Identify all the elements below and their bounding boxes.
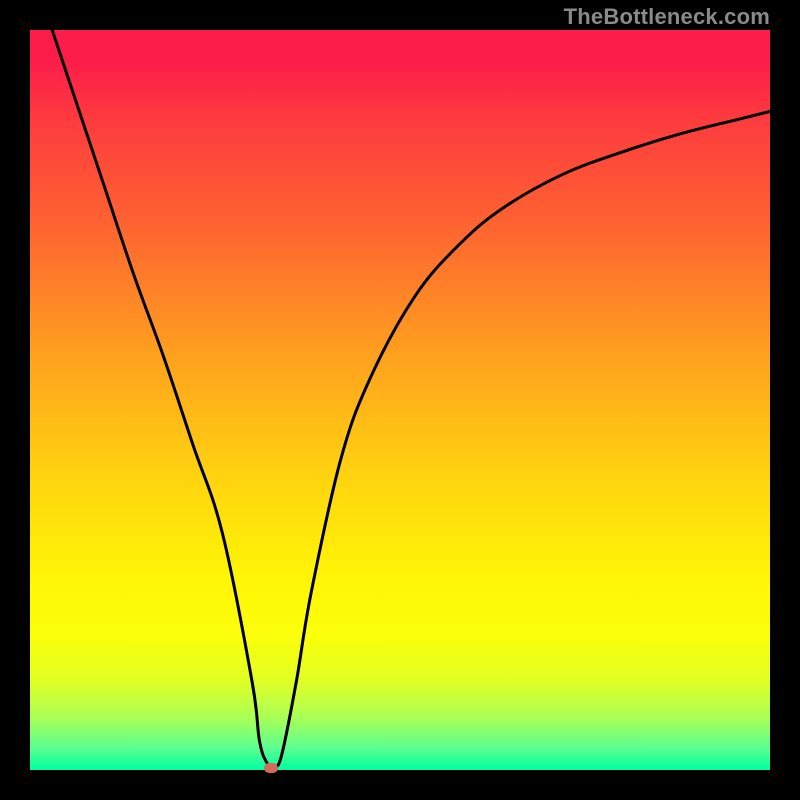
bottleneck-curve-path: [52, 30, 770, 767]
watermark-text: TheBottleneck.com: [564, 4, 770, 30]
optimum-marker: [264, 763, 278, 773]
plot-area: [30, 30, 770, 770]
curve-svg: [30, 30, 770, 770]
chart-frame: TheBottleneck.com: [0, 0, 800, 800]
